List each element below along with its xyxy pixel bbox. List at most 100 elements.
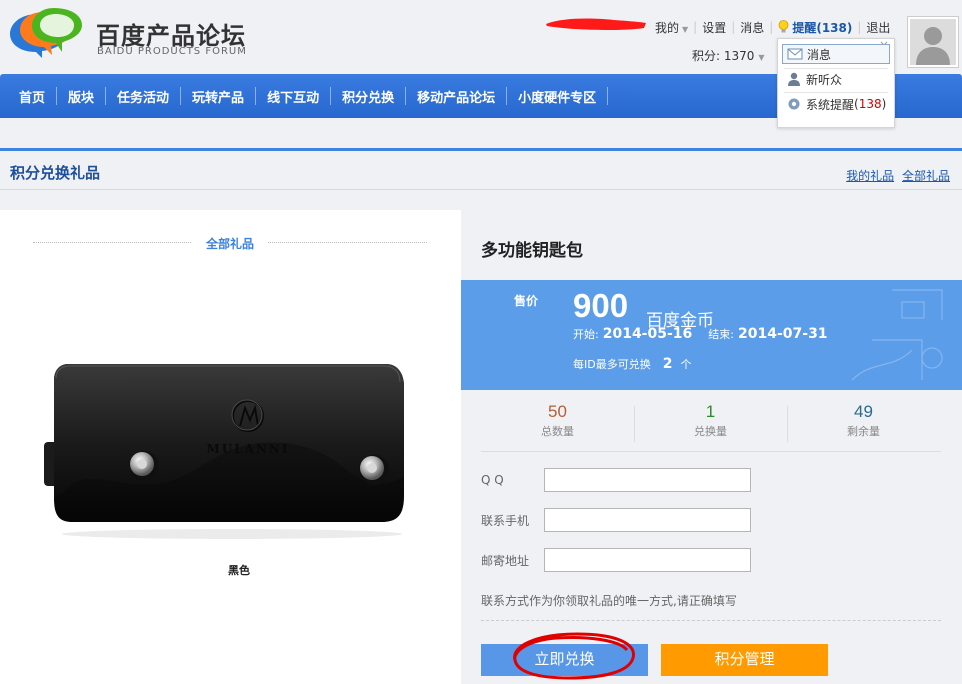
address-input[interactable]: [544, 548, 751, 572]
reminder-count-paren: ): [881, 97, 887, 111]
product-color-label: 黑色: [228, 564, 250, 577]
nav-item-mobile: 移动产品论坛: [406, 74, 508, 118]
stat-total-value: 50: [548, 402, 567, 421]
nav-link-home[interactable]: 首页: [8, 87, 56, 106]
dropdown-item-system-reminders[interactable]: 系统提醒(138): [786, 94, 886, 114]
nav-link-tasks[interactable]: 任务活动: [106, 87, 180, 106]
gift-detail-panel: 多功能钥匙包 售价 900 百度金币 开始: 2014-05-16 结束: 2014-…: [461, 210, 962, 684]
chevron-down-icon: ▼: [758, 53, 765, 62]
stat-total: 50 总数量: [481, 402, 634, 439]
stat-redeemed-label: 兑换量: [694, 425, 727, 438]
section-title-bar: 积分兑换礼品 我的礼品 全部礼品: [0, 148, 962, 190]
settings-link[interactable]: 设置: [702, 19, 726, 36]
qq-row: Q Q: [481, 467, 751, 493]
logo-speech-bubbles-icon: [10, 8, 82, 58]
chevron-down-icon: ▼: [682, 24, 689, 34]
nav-item-boards: 版块: [57, 74, 107, 118]
nav-link-products[interactable]: 玩转产品: [181, 87, 255, 106]
qq-label: Q Q: [481, 473, 504, 487]
all-gifts-heading[interactable]: 全部礼品: [33, 235, 427, 251]
my-gifts-link[interactable]: 我的礼品: [846, 169, 894, 183]
nav-item-points-exchange: 积分兑换: [331, 74, 407, 118]
my-menu-link[interactable]: 我的 ▼: [655, 19, 688, 36]
stock-stats: 50 总数量 1 兑换量 49 剩余量: [481, 402, 941, 452]
messages-link[interactable]: 消息: [740, 19, 764, 36]
stat-remaining-value: 49: [854, 402, 873, 421]
stat-total-label: 总数量: [541, 425, 574, 438]
divider: [607, 87, 609, 105]
gift-image-panel: 全部礼品 MULANNI 黑色: [0, 210, 461, 684]
default-avatar-icon: [910, 19, 956, 65]
title-links: 我的礼品 全部礼品: [842, 167, 950, 184]
address-row: 邮寄地址: [481, 547, 751, 573]
remind-link[interactable]: 提醒(138): [778, 19, 852, 36]
stat-redeemed: 1 兑换量: [634, 402, 787, 439]
reminder-count: 138: [858, 97, 882, 111]
my-menu-label: 我的: [655, 20, 680, 35]
end-date: 2014-07-31: [738, 326, 828, 342]
contact-note: 联系方式作为你领取礼品的唯一方式,请正确填写: [481, 594, 737, 608]
user-icon: [788, 72, 800, 86]
logout-link[interactable]: 退出: [866, 19, 890, 36]
product-image-key-wallet[interactable]: MULANNI: [42, 358, 422, 578]
divider: |: [731, 20, 736, 34]
price-value: 900: [573, 287, 629, 324]
nav-item-offline: 线下互动: [256, 74, 332, 118]
end-date-label: 结束:: [708, 328, 734, 341]
nav-item-hardware: 小度硬件专区: [507, 74, 609, 118]
stat-remaining: 49 剩余量: [787, 402, 940, 439]
forum-logo[interactable]: 百度产品论坛 BAIDU PRODUCTS FORUM: [8, 6, 248, 58]
nav-item-home: 首页: [8, 74, 58, 118]
product-brand-text: MULANNI: [206, 442, 289, 456]
phone-label: 联系手机: [481, 513, 530, 528]
dropdown-item-label: 消息: [807, 47, 832, 62]
lightbulb-icon: [778, 19, 789, 32]
dropdown-item-label: 新听众: [806, 72, 843, 87]
nav-link-offline[interactable]: 线下互动: [256, 87, 330, 106]
limit-label: 每ID最多可兑换: [573, 358, 651, 371]
all-gifts-link[interactable]: 全部礼品: [902, 169, 950, 183]
limit-value: 2: [662, 356, 673, 372]
divider: |: [693, 20, 698, 34]
all-gifts-label: 全部礼品: [191, 237, 268, 251]
product-name: 多功能钥匙包: [481, 241, 583, 261]
start-date-label: 开始:: [573, 328, 599, 341]
qq-input[interactable]: [544, 468, 751, 492]
start-date: 2014-05-16: [602, 326, 693, 342]
phone-input[interactable]: [544, 508, 751, 532]
redaction-scribble: [546, 18, 646, 30]
exchange-limit: 每ID最多可兑换 2 个: [573, 356, 691, 372]
envelope-icon: [787, 48, 803, 60]
logo-subtitle: BAIDU PRODUCTS FORUM: [97, 46, 247, 57]
nav-link-hardware[interactable]: 小度硬件专区: [507, 87, 607, 106]
points-display[interactable]: 积分: 1370 ▼: [692, 47, 765, 64]
nav-link-boards[interactable]: 版块: [57, 87, 105, 106]
divider: |: [769, 20, 774, 34]
dropdown-item-messages[interactable]: 消息: [782, 44, 890, 64]
price-label: 售价: [514, 294, 539, 308]
avatar[interactable]: [907, 16, 959, 68]
phone-row: 联系手机: [481, 507, 751, 533]
divider: [784, 92, 888, 93]
decorative-pattern: [851, 289, 943, 381]
divider: [481, 620, 941, 621]
page-title: 积分兑换礼品: [10, 164, 101, 182]
notification-dropdown: × 消息 新听众 系统提醒(138): [777, 38, 895, 128]
points-value: 积分: 1370: [692, 49, 755, 63]
points-management-button[interactable]: 积分管理: [661, 644, 828, 676]
top-links: 我的 ▼ | 设置 | 消息 | 提醒(138) | 退出: [655, 19, 890, 35]
address-label: 邮寄地址: [481, 553, 530, 568]
redeem-button[interactable]: 立即兑换: [481, 644, 648, 676]
stat-remaining-label: 剩余量: [847, 425, 880, 438]
nav-item-tasks: 任务活动: [106, 74, 182, 118]
remind-label: 提醒(138): [792, 20, 853, 35]
gear-icon: [788, 98, 800, 110]
stat-redeemed-value: 1: [705, 402, 716, 421]
dropdown-item-new-followers[interactable]: 新听众: [786, 69, 842, 89]
price-box: 售价 900 百度金币 开始: 2014-05-16 结束: 2014-07-31 每…: [461, 280, 962, 390]
nav-link-points-exchange[interactable]: 积分兑换: [331, 87, 405, 106]
nav-item-products: 玩转产品: [181, 74, 257, 118]
nav-link-mobile[interactable]: 移动产品论坛: [406, 87, 506, 106]
exchange-dates: 开始: 2014-05-16 结束: 2014-07-31: [573, 326, 844, 342]
limit-unit: 个: [680, 358, 692, 371]
